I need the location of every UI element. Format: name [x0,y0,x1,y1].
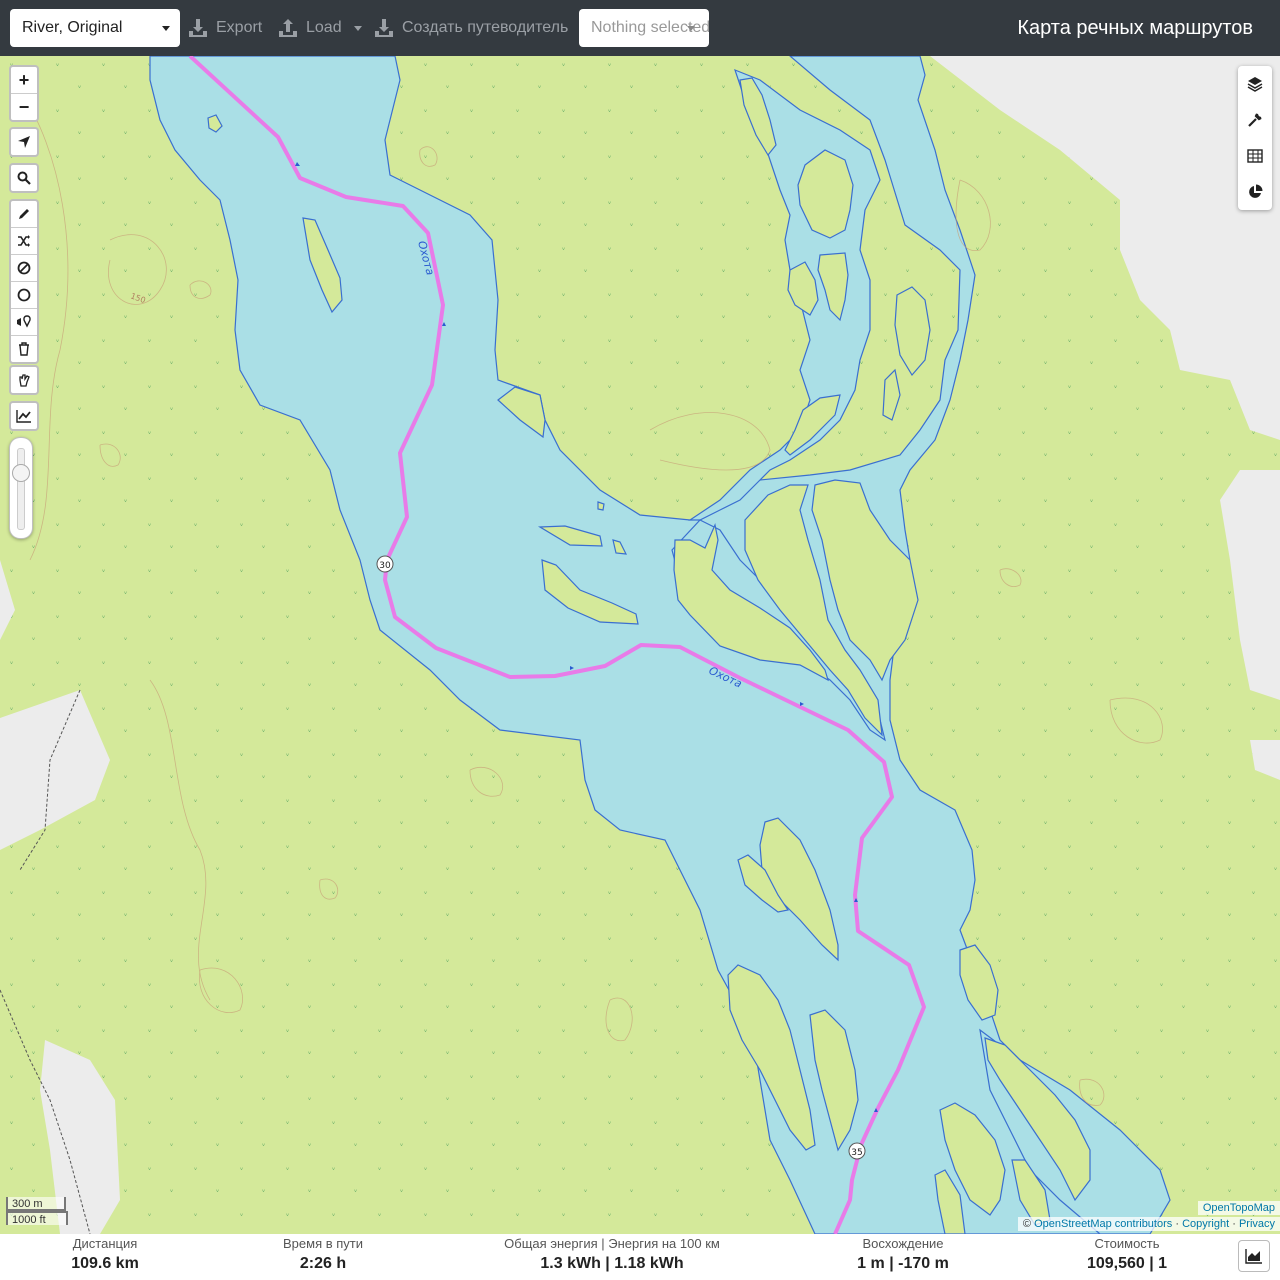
poi-icon [17,315,31,328]
stat-label: Общая энергия | Энергия на 100 км [504,1236,720,1251]
privacy-link[interactable]: Privacy [1239,1218,1275,1230]
stat-value: 1.3 kWh | 1.18 kWh [540,1255,684,1272]
stat-value: 2:26 h [299,1255,347,1272]
attribution-copy: © [1022,1218,1032,1230]
zoom-out-button[interactable]: − [11,94,37,120]
chevron-down-icon [687,26,695,31]
trash-icon [19,342,29,356]
elevation-button[interactable] [11,403,37,429]
download-icon [375,19,393,37]
km-marker-label: 30 [379,561,391,571]
table-button[interactable] [1238,138,1272,174]
upload-icon [279,19,297,37]
search-control [9,163,39,193]
shuffle-button[interactable] [11,228,37,255]
top-bar: River, Original Export Load Создать путе… [0,0,1280,56]
export-label: Export [216,19,263,36]
delete-button[interactable] [11,336,37,362]
download-icon [189,19,207,37]
stat-value: 1 m | -170 m [857,1255,949,1272]
draw-route-button[interactable] [11,201,37,228]
profile-select-value: River, Original [22,19,123,36]
pan-control [9,365,39,395]
stat-cost: Стоимость 109,560 | 1 [1087,1236,1167,1276]
stat-travel-time: Время в пути 2:26 h [283,1236,363,1276]
no-go-button[interactable] [11,255,37,282]
km-marker-label: 35 [851,1148,862,1158]
search-button[interactable] [11,165,37,191]
island [597,501,605,511]
stat-distance: Дистанция 109.6 km [71,1236,139,1276]
attribution-separator: · [1232,1218,1236,1230]
selection-dropdown[interactable]: Nothing selected [579,9,709,47]
profile-select[interactable]: River, Original [10,9,180,47]
right-toolbar [1238,66,1272,210]
scale-bar: 300 m 1000 ft [6,1197,68,1226]
poi-button[interactable] [11,309,37,336]
stat-value: 109.6 km [71,1255,139,1272]
shuffle-icon [18,235,30,247]
area-chart-icon [1245,1249,1262,1264]
stat-label: Дистанция [72,1236,138,1251]
osm-link[interactable]: OpenStreetMap contributors [1034,1218,1172,1230]
attribution-separator: · [1175,1218,1179,1230]
settings-button[interactable] [1238,102,1272,138]
layers-icon [1247,77,1263,92]
stat-value: 109,560 | 1 [1086,1255,1168,1272]
load-label: Load [306,19,342,36]
km-marker-30[interactable]: 30 [376,555,394,573]
app-title: Карта речных маршрутов [1017,17,1253,39]
zoom-in-icon: + [18,69,30,90]
load-button[interactable]: Load [278,14,362,42]
pie-chart-icon [1249,184,1263,198]
attribution-provider[interactable]: OpenTopoMap [1197,1201,1280,1215]
search-icon [17,171,31,185]
stats-bar: Дистанция 109.6 km Время в пути 2:26 h О… [0,1234,1280,1280]
stat-label: Восхождение [862,1236,944,1251]
zoom-out-icon: − [18,96,30,117]
analysis-button[interactable] [1238,174,1272,210]
map-svg: ᵥ ᵥ [0,56,1280,1234]
map-canvas[interactable]: ᵥ ᵥ [0,56,1280,1234]
locate-control [9,127,39,157]
stat-ascent: Восхождение 1 m | -170 m [857,1236,949,1276]
km-marker-35[interactable]: 35 [848,1142,866,1160]
circle-button[interactable] [11,282,37,309]
locate-icon [18,136,30,148]
scale-metric: 300 m [6,1197,66,1211]
pan-button[interactable] [11,367,37,393]
slider-handle[interactable] [12,464,30,482]
elevation-chart-button[interactable] [1238,1240,1270,1272]
stat-energy: Общая энергия | Энергия на 100 км 1.3 kW… [504,1236,720,1276]
stat-label: Стоимость [1094,1236,1160,1251]
chevron-down-icon [162,26,170,31]
table-icon [1247,149,1263,163]
slider-track [17,448,25,530]
scale-imperial: 1000 ft [6,1211,68,1226]
no-go-icon [17,261,31,275]
zoom-control: + − [9,65,39,122]
circle-icon [17,288,31,302]
export-button[interactable]: Export [188,14,262,42]
hand-icon [19,374,30,387]
stat-label: Время в пути [283,1236,363,1251]
opacity-slider[interactable] [9,437,33,539]
elevation-control [9,401,39,431]
layers-button[interactable] [1238,66,1272,102]
wrench-icon [1248,113,1262,127]
create-guide-button[interactable]: Создать путеводитель [374,14,568,42]
elevation-icon [16,410,31,423]
draw-icon [19,209,29,219]
locate-button[interactable] [11,129,37,155]
copyright-link[interactable]: Copyright [1182,1218,1229,1230]
zoom-in-button[interactable]: + [11,67,37,94]
edit-toolbar [9,199,39,364]
chevron-down-icon [353,25,362,31]
attribution: © OpenStreetMap contributors · Copyright… [1017,1217,1280,1231]
create-guide-label: Создать путеводитель [402,19,569,36]
